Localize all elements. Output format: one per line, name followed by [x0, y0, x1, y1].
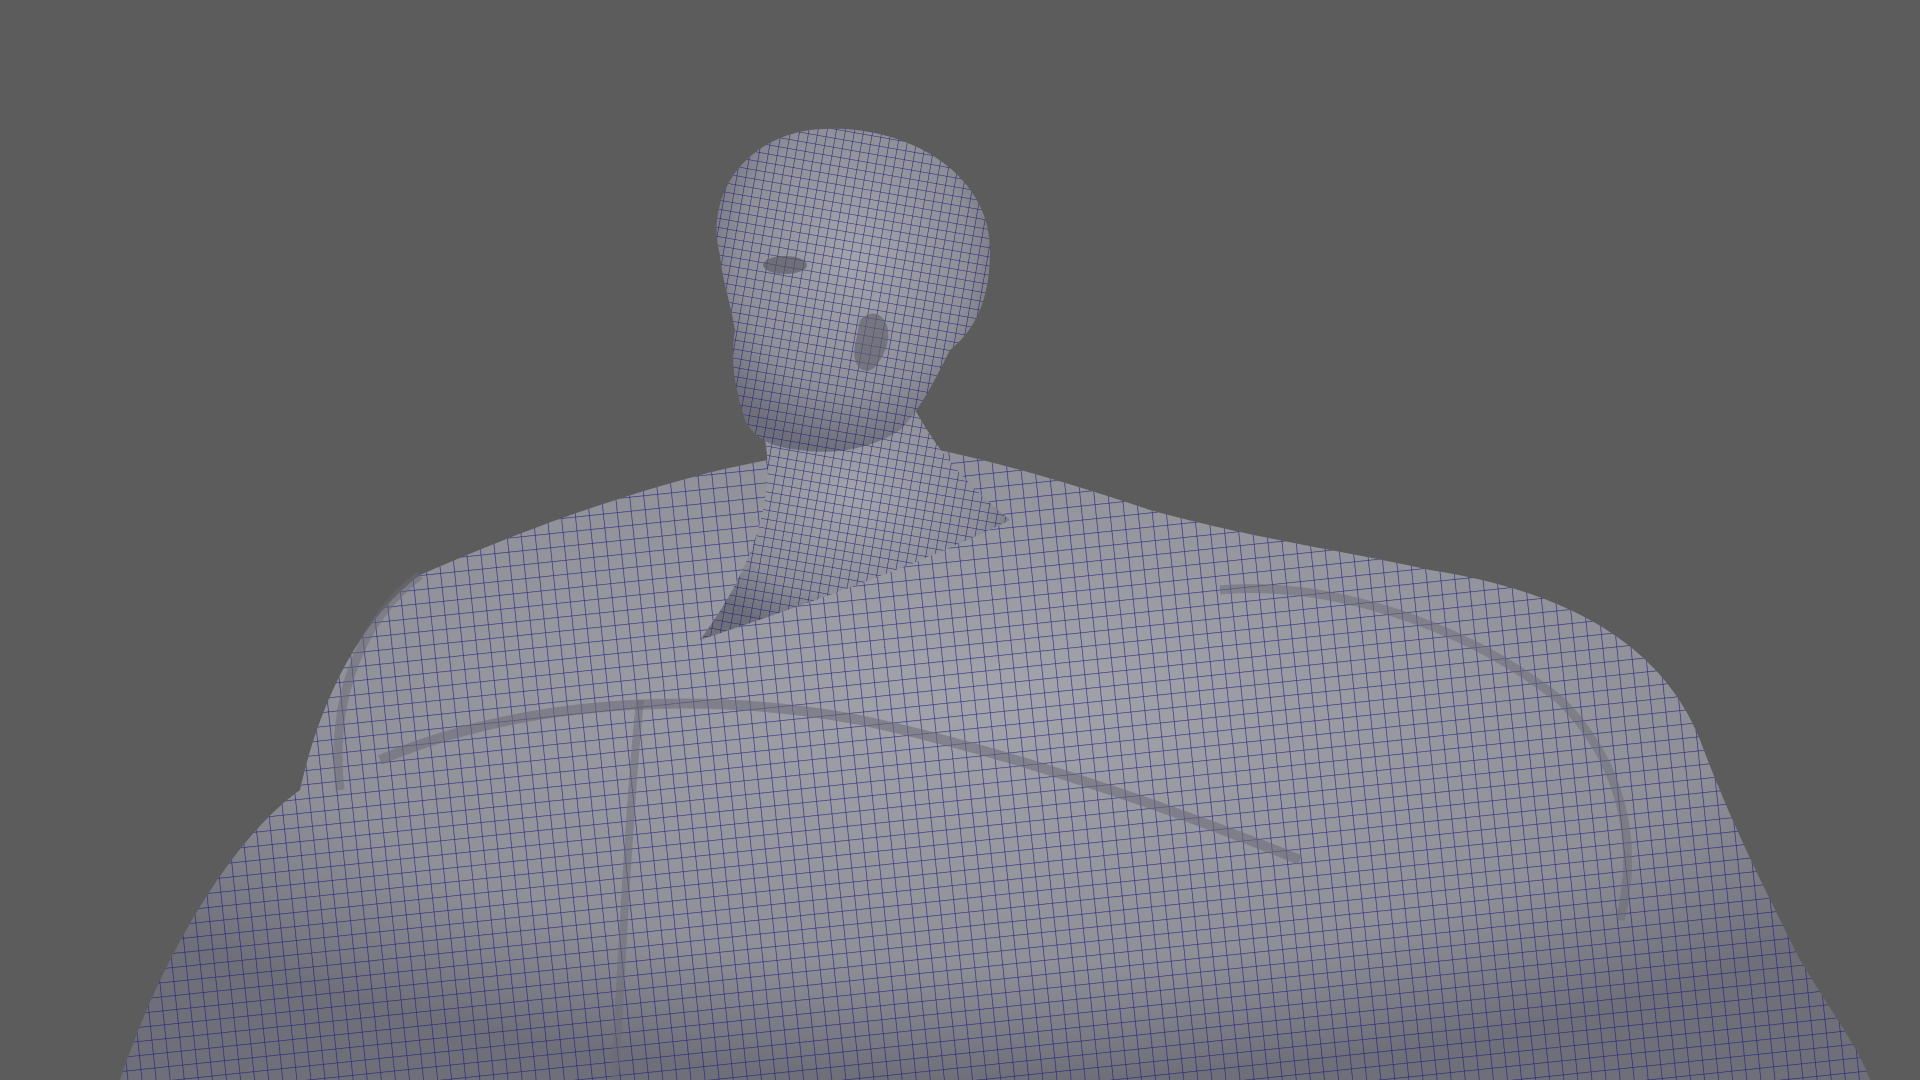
- head-mesh[interactable]: [716, 128, 990, 452]
- torso-mesh[interactable]: [120, 440, 1870, 1080]
- eye-socket: [763, 256, 807, 274]
- 3d-viewport[interactable]: [0, 0, 1920, 1080]
- viewport-canvas[interactable]: [0, 0, 1920, 1080]
- head-wireframe: [716, 128, 990, 452]
